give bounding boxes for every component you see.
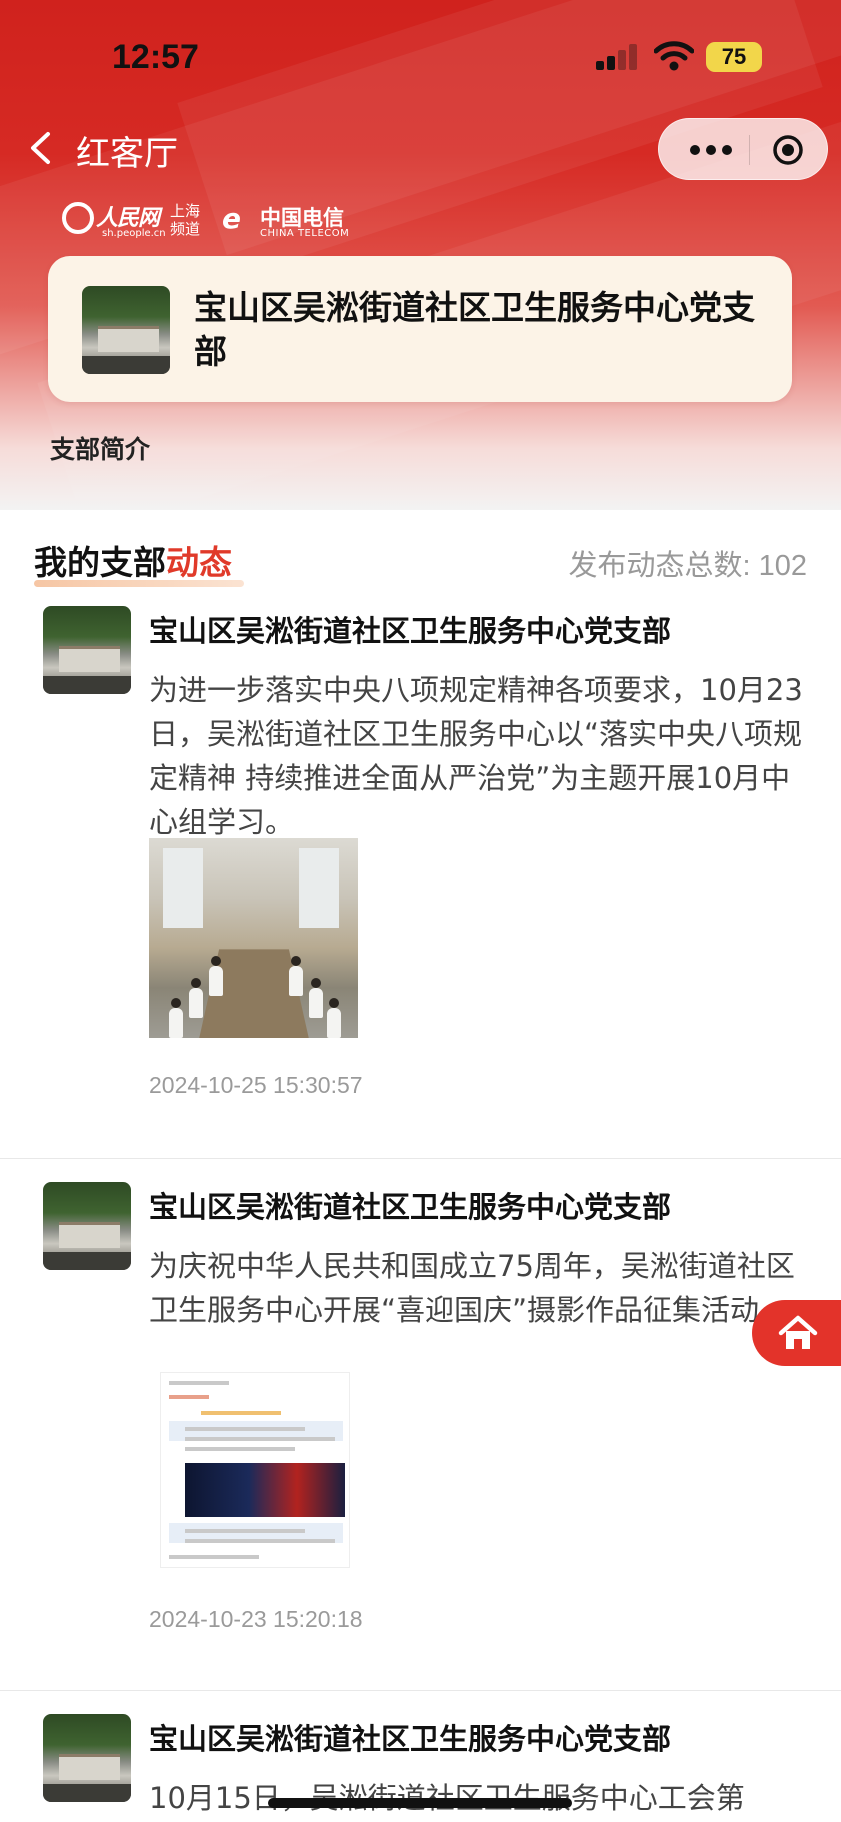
- capsule-divider: [749, 135, 750, 165]
- home-indicator: [268, 1798, 572, 1808]
- post-image-meeting[interactable]: [149, 838, 358, 1038]
- org-avatar: [82, 286, 170, 374]
- org-info-card: 宝山区吴淞街道社区卫生服务中心党支部: [48, 256, 792, 402]
- post-divider: [0, 1690, 841, 1691]
- post-author: 宝山区吴淞街道社区卫生服务中心党支部: [149, 1190, 672, 1224]
- post-divider: [0, 1158, 841, 1159]
- china-telecom-emblem-icon: e: [222, 202, 241, 235]
- post-timestamp: 2024-10-25 15:30:57: [149, 1072, 363, 1098]
- battery-level: 75: [721, 44, 747, 69]
- post-text: 为进一步落实中央八项规定精神各项要求，10月23日，吴淞街道社区卫生服务中心以“…: [149, 673, 803, 839]
- people-daily-emblem-icon: [62, 202, 94, 234]
- miniprogram-capsule: [658, 118, 828, 180]
- status-time: 12:57: [112, 38, 199, 76]
- post-author: 宝山区吴淞街道社区卫生服务中心党支部: [149, 1722, 672, 1756]
- battery-icon: 75: [706, 42, 762, 72]
- post-avatar: [43, 1182, 131, 1270]
- post-text: 为庆祝中华人民共和国成立75周年，吴淞街道社区卫生服务中心开展“喜迎国庆”摄影作…: [149, 1249, 795, 1327]
- tab-branch-intro[interactable]: 支部简介: [50, 430, 150, 466]
- home-button[interactable]: [752, 1300, 841, 1366]
- wifi-icon: [654, 41, 694, 71]
- post-image-screenshot[interactable]: [160, 1372, 350, 1568]
- feed-header: 我的支部动态 发布动态总数: 102: [0, 532, 841, 592]
- feed-title: 我的支部动态: [34, 543, 232, 582]
- post-author: 宝山区吴淞街道社区卫生服务中心党支部: [149, 614, 672, 648]
- more-options-icon[interactable]: [681, 119, 741, 181]
- org-name: 宝山区吴淞街道社区卫生服务中心党支部: [194, 288, 755, 371]
- post-avatar: [43, 1714, 131, 1802]
- post-avatar: [43, 606, 131, 694]
- cellular-signal-icon: [596, 44, 638, 70]
- post-count: 发布动态总数: 102: [568, 550, 808, 582]
- page-title: 红客厅: [76, 134, 178, 174]
- status-bar: 12:57 75: [0, 30, 841, 86]
- navigation-bar: 红客厅: [0, 118, 841, 180]
- home-icon: [778, 1315, 818, 1349]
- people-daily-logo: 人民网 sh.people.cn 上海 频道: [62, 200, 212, 244]
- close-miniprogram-icon[interactable]: [771, 133, 805, 167]
- post-timestamp: 2024-10-23 15:20:18: [149, 1606, 363, 1632]
- china-telecom-logo: e 中国电信 CHINA TELECOM: [222, 202, 350, 239]
- back-arrow-icon[interactable]: [28, 130, 52, 166]
